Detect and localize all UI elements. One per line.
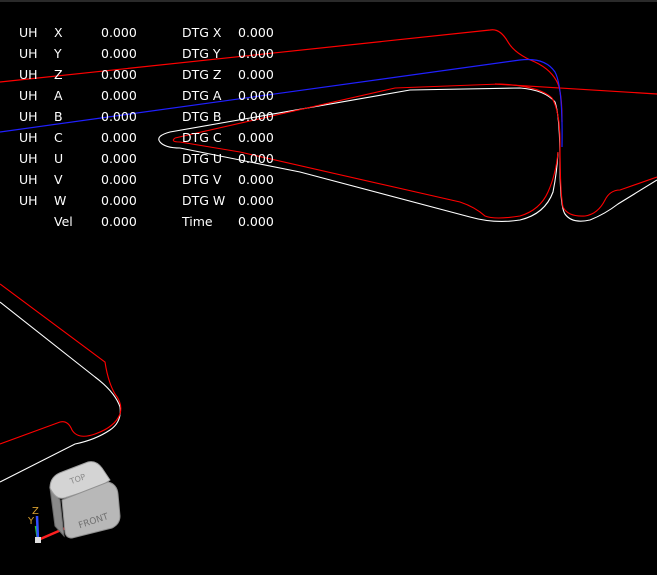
- dtg-value: 0.000: [238, 172, 274, 187]
- axis-position: 0.000: [101, 130, 137, 145]
- axis-label: C: [54, 130, 63, 145]
- toolpath-feed-upper: [0, 29, 563, 123]
- axis-label: U: [54, 151, 64, 166]
- dtg-value: 0.000: [238, 109, 274, 124]
- dtg-value: 0.000: [238, 193, 274, 208]
- axis-position: 0.000: [101, 151, 137, 166]
- dtg-label: DTG A: [182, 88, 222, 103]
- dtg-value: 0.000: [238, 25, 274, 40]
- dtg-label: DTG W: [182, 193, 226, 208]
- homed-status: UH: [19, 193, 38, 208]
- axis-position: 0.000: [101, 25, 137, 40]
- dtg-label: DTG X: [182, 25, 222, 40]
- axis-label: Z: [54, 67, 63, 82]
- axis-y-label: Y: [27, 516, 35, 527]
- view-cube-icon[interactable]: TOP FRONT: [49, 461, 121, 539]
- dtg-value: 0.000: [238, 46, 274, 61]
- dtg-label: DTG C: [182, 130, 222, 145]
- axis-position: 0.000: [101, 67, 137, 82]
- axis-position: 0.000: [101, 88, 137, 103]
- homed-status: UH: [19, 67, 38, 82]
- axis-position: 0.000: [101, 109, 137, 124]
- axis-label: A: [54, 88, 63, 103]
- dtg-value: 0.000: [238, 130, 274, 145]
- axis-label: X: [54, 25, 63, 40]
- dtg-label: DTG B: [182, 109, 222, 124]
- velocity-label: Vel: [54, 214, 73, 229]
- part-outline-upper: [158, 87, 657, 223]
- homed-status: UH: [19, 130, 38, 145]
- homed-status: UH: [19, 25, 38, 40]
- view-cube-widget[interactable]: Z Y TOP FRONT: [22, 454, 132, 554]
- time-value: 0.000: [238, 214, 274, 229]
- axis-label: Y: [54, 46, 62, 61]
- homed-status: UH: [19, 46, 38, 61]
- dtg-value: 0.000: [238, 151, 274, 166]
- toolpath-lower: [0, 283, 122, 445]
- homed-status: UH: [19, 151, 38, 166]
- homed-status: UH: [19, 172, 38, 187]
- velocity-value: 0.000: [101, 214, 137, 229]
- time-label: Time: [182, 214, 213, 229]
- homed-status: UH: [19, 109, 38, 124]
- dtg-label: DTG Y: [182, 46, 221, 61]
- gcode-preview-viewport[interactable]: UH X 0.000 DTG X 0.000 UH Y 0.000 DTG Y …: [0, 0, 657, 573]
- dtg-label: DTG Z: [182, 67, 222, 82]
- axis-position: 0.000: [101, 193, 137, 208]
- axis-label: V: [54, 172, 63, 187]
- axis-label: W: [54, 193, 67, 208]
- axis-position: 0.000: [101, 46, 137, 61]
- dtg-value: 0.000: [238, 88, 274, 103]
- dtg-label: DTG V: [182, 172, 222, 187]
- dtg-value: 0.000: [238, 67, 274, 82]
- dtg-label: DTG U: [182, 151, 223, 166]
- axis-label: B: [54, 109, 63, 124]
- homed-status: UH: [19, 88, 38, 103]
- axis-position: 0.000: [101, 172, 137, 187]
